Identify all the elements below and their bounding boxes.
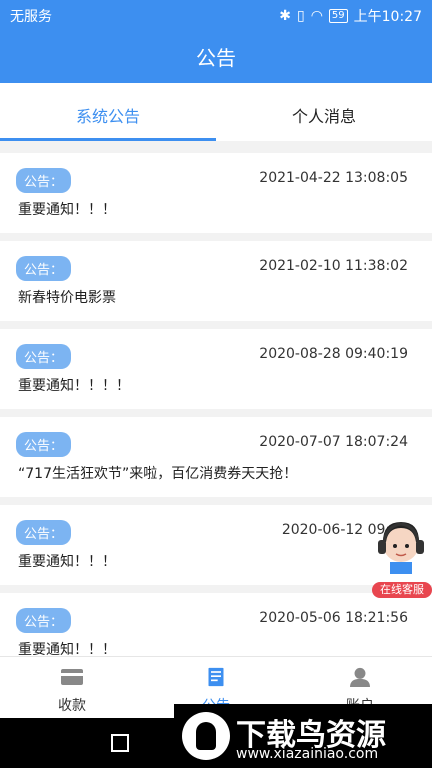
bluetooth-icon: ✱ xyxy=(279,8,291,24)
notice-badge: 公告： xyxy=(16,520,72,545)
notice-time: 2020-05-06 18:21:56 xyxy=(259,610,408,626)
headset-agent-icon xyxy=(378,522,424,574)
list-item[interactable]: 公告： 2020-07-07 18:07:24 “717生活狂欢节”来啦，百亿消… xyxy=(0,417,432,497)
notice-content: 新春特价电影票 xyxy=(18,290,116,306)
list-item[interactable]: 公告： 2020-08-28 09:40:19 重要通知！！！！ xyxy=(0,329,432,409)
tab-system-notices[interactable]: 系统公告 xyxy=(0,83,216,141)
watermark-url: www.xiazainiao.com xyxy=(236,746,379,762)
notice-content: 重要通知！！！ xyxy=(18,202,116,218)
notice-time: 2020-07-07 18:07:24 xyxy=(259,434,408,450)
vibrate-icon: ▯ xyxy=(296,8,305,24)
status-bar: 无服务 ✱ ▯ ◠ 59 上午10:27 xyxy=(0,0,432,30)
user-icon xyxy=(350,667,370,687)
list-item[interactable]: 公告： 2020-05-06 18:21:56 重要通知！！！ xyxy=(0,593,432,656)
notice-content: “717生活狂欢节”来啦，百亿消费券天天抢！ xyxy=(18,466,298,482)
site-watermark: 下载鸟资源 www.xiazainiao.com xyxy=(174,704,432,768)
tab-bar: 系统公告 个人消息 xyxy=(0,83,432,141)
notice-badge: 公告： xyxy=(16,608,72,633)
notice-badge: 公告： xyxy=(16,168,72,193)
notice-content: 重要通知！！！ xyxy=(18,554,116,570)
bird-logo-icon xyxy=(182,712,230,760)
card-icon xyxy=(61,669,83,685)
notice-badge: 公告： xyxy=(16,432,72,457)
notice-badge: 公告： xyxy=(16,256,72,281)
wifi-icon: ◠ xyxy=(310,8,323,24)
notice-time: 2021-02-10 11:38:02 xyxy=(259,258,408,274)
customer-service-button[interactable]: 在线客服 xyxy=(368,518,432,600)
carrier-text: 无服务 xyxy=(10,9,52,25)
clock: 上午10:27 xyxy=(353,9,422,25)
nav-label: 收款 xyxy=(58,698,86,714)
notice-content: 重要通知！！！！ xyxy=(18,378,130,394)
notice-badge: 公告： xyxy=(16,344,72,369)
list-item[interactable]: 公告： 2021-04-22 13:08:05 重要通知！！！ xyxy=(0,153,432,233)
notice-content: 重要通知！！！ xyxy=(18,642,116,656)
notice-time: 2021-04-22 13:08:05 xyxy=(259,170,408,186)
nav-item-payment[interactable]: 收款 xyxy=(0,657,144,718)
notice-time: 2020-08-28 09:40:19 xyxy=(259,346,408,362)
tab-personal-messages[interactable]: 个人消息 xyxy=(216,83,432,141)
recent-apps-icon[interactable] xyxy=(111,734,129,752)
list-item[interactable]: 公告： 2021-02-10 11:38:02 新春特价电影票 xyxy=(0,241,432,321)
page-title: 公告 xyxy=(196,46,236,70)
status-icons: ✱ ▯ ◠ 59 上午10:27 xyxy=(279,6,422,26)
battery-icon: 59 xyxy=(328,9,348,23)
customer-service-label: 在线客服 xyxy=(372,582,432,598)
notice-icon xyxy=(208,667,224,687)
title-bar: 公告 xyxy=(0,30,432,83)
